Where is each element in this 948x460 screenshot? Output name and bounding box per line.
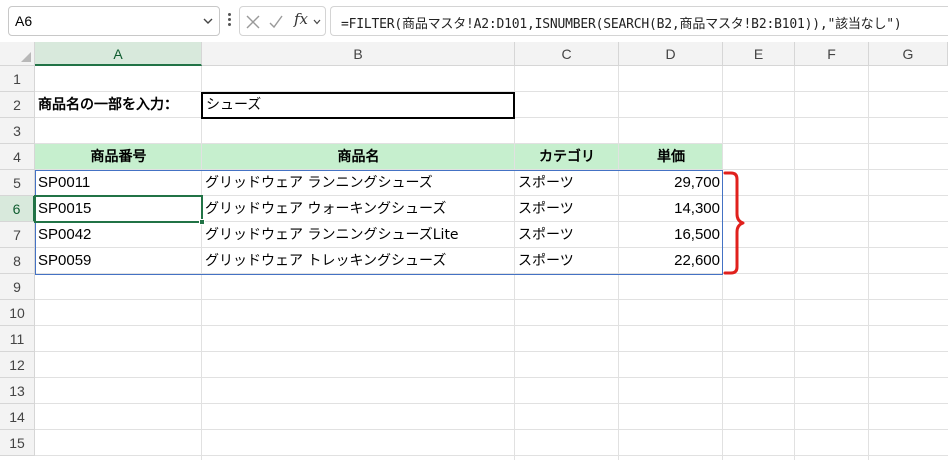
spreadsheet-grid[interactable]: A B C D E F G 1 2 3 4 5 6 7 8 9 10 11 12… [0,42,948,460]
gridline [794,66,795,460]
header-unit-price[interactable]: 単価 [619,144,723,170]
column-header-f[interactable]: F [795,42,869,66]
row-header-9[interactable]: 9 [0,274,35,300]
row-header-1[interactable]: 1 [0,66,35,92]
formula-input[interactable]: =FILTER(商品マスタ!A2:D101,ISNUMBER(SEARCH(B2… [330,6,948,36]
row-header-13[interactable]: 13 [0,378,35,404]
search-label: 商品名の一部を入力： [38,97,178,113]
row-header-2[interactable]: 2 [0,92,35,118]
row-header-4[interactable]: 4 [0,144,35,170]
gridline [35,325,948,326]
gridline [35,455,948,456]
gridline [35,351,948,352]
more-dots-icon[interactable] [226,13,232,29]
fx-icon[interactable]: fx [294,10,308,28]
column-header-d[interactable]: D [619,42,723,66]
gridline [868,66,869,460]
row-header-5[interactable]: 5 [0,170,35,196]
name-box-value: A6 [15,13,33,29]
column-header-e[interactable]: E [723,42,795,66]
gridline [35,429,948,430]
row-header-7[interactable]: 7 [0,222,35,248]
row-header-3[interactable]: 3 [0,118,35,144]
header-category[interactable]: カテゴリ [515,144,619,170]
active-cell-selection[interactable] [34,195,205,225]
name-box[interactable]: A6 [8,6,220,36]
formula-tools: fx [239,6,326,36]
select-all-corner[interactable] [0,42,35,66]
gridline [35,377,948,378]
column-header-a[interactable]: A [35,42,202,66]
formula-bar-area: A6 fx =FILTER(商品マスタ!A2:D101,ISNUMBER(SEA… [0,0,948,42]
row-header-10[interactable]: 10 [0,300,35,326]
header-product-name[interactable]: 商品名 [202,144,515,170]
curly-brace-annotation [723,171,745,275]
chevron-down-icon[interactable] [203,16,213,26]
cancel-icon[interactable] [245,14,261,30]
enter-icon[interactable] [268,14,284,30]
search-input-value[interactable]: シューズ [203,93,513,118]
row-header-8[interactable]: 8 [0,248,35,274]
row-header-12[interactable]: 12 [0,352,35,378]
column-header-g[interactable]: G [869,42,948,66]
gridline [35,299,948,300]
row-header-14[interactable]: 14 [0,404,35,430]
row-header-15[interactable]: 15 [0,430,35,456]
column-header-b[interactable]: B [202,42,515,66]
fill-handle[interactable] [199,219,205,225]
header-product-code[interactable]: 商品番号 [35,144,202,170]
row-header-11[interactable]: 11 [0,326,35,352]
gridline [35,403,948,404]
row-header-6[interactable]: 6 [0,196,35,222]
chevron-down-icon[interactable] [313,18,321,26]
formula-text: =FILTER(商品マスタ!A2:D101,ISNUMBER(SEARCH(B2… [341,17,902,32]
column-header-c[interactable]: C [515,42,619,66]
